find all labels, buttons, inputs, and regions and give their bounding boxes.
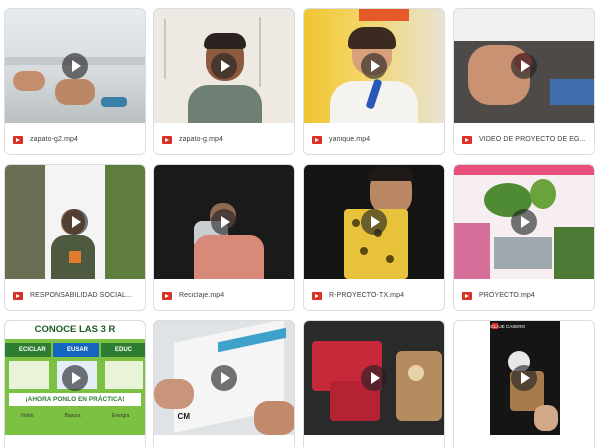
file-name: PROYECTO.mp4 [479,292,535,299]
file-info: yanique.mp4 [304,123,444,154]
thumbnail-title: CONOCE LAS 3 R [5,321,145,339]
file-name: VIDEO DE PROYECTO DE EG... [479,136,586,143]
file-name: RESPONSABILIDAD SOCIAL... [30,292,133,299]
file-info: RESPONSABILIDAD SOCIAL... [5,279,145,310]
play-icon[interactable] [361,209,387,235]
play-icon[interactable] [511,209,537,235]
video-file-icon [312,135,322,144]
play-icon[interactable] [211,53,237,79]
video-thumbnail[interactable]: CONOCE LAS 3 R ECICLAR EUSAR EDUC ¡AHORA… [5,321,145,435]
file-name: zapato-g.mp4 [179,136,224,143]
file-info: Reciclaje.mp4 [154,279,294,310]
file-name: Reciclaje.mp4 [179,292,225,299]
play-icon[interactable] [211,209,237,235]
video-thumbnail[interactable]: RECICLAJE CASERO [454,321,594,435]
video-thumbnail[interactable] [304,165,444,279]
video-file-icon [13,291,23,300]
video-thumbnail[interactable] [304,321,444,435]
video-file-icon [162,135,172,144]
video-card[interactable]: CM [153,320,295,447]
video-thumbnail[interactable] [5,165,145,279]
file-info [5,435,145,447]
video-card[interactable]: Reciclaje.mp4 [153,164,295,311]
video-thumbnail[interactable] [454,9,594,123]
video-thumbnail[interactable] [5,9,145,123]
thumbnail-label: EUSAR [53,343,99,357]
video-card[interactable]: zapato-g.mp4 [153,8,295,155]
file-info: zapato-g2.mp4 [5,123,145,154]
video-card[interactable] [303,320,445,447]
play-icon[interactable] [361,53,387,79]
video-file-icon [13,135,23,144]
play-icon[interactable] [62,209,88,235]
thumbnail-label: RECICLAJE CASERO [480,324,526,329]
file-info: VIDEO DE PROYECTO DE EG... [454,123,594,154]
file-info [454,435,594,447]
video-file-grid: zapato-g2.mp4 zapato-g.mp4 yanique.mp4 V… [0,0,598,447]
file-info: zapato-g.mp4 [154,123,294,154]
file-name: yanique.mp4 [329,136,371,143]
file-info: R-PROYECTO-TX.mp4 [304,279,444,310]
play-icon[interactable] [62,53,88,79]
thumbnail-label: Energía [111,413,130,419]
video-card[interactable]: R-PROYECTO-TX.mp4 [303,164,445,311]
video-thumbnail[interactable] [154,165,294,279]
video-file-icon [462,135,472,144]
video-card[interactable]: yanique.mp4 [303,8,445,155]
file-name: R-PROYECTO-TX.mp4 [329,292,405,299]
video-file-icon [162,291,172,300]
video-card[interactable]: PROYECTO.mp4 [453,164,595,311]
video-thumbnail[interactable]: CM [154,321,294,435]
file-name: zapato-g2.mp4 [30,136,78,143]
video-card[interactable]: RECICLAJE CASERO [453,320,595,447]
file-info [304,435,444,447]
thumbnail-banner: ¡AHORA PONLO EN PRÁCTICA! [9,393,141,406]
thumbnail-label: CM [177,412,190,421]
video-thumbnail[interactable] [454,165,594,279]
thumbnail-labels: Vidrio Basura Energía [5,413,145,419]
video-card[interactable]: VIDEO DE PROYECTO DE EG... [453,8,595,155]
file-info [154,435,294,447]
video-card[interactable]: CONOCE LAS 3 R ECICLAR EUSAR EDUC ¡AHORA… [4,320,146,447]
thumbnail-label: ECICLAR [5,343,51,357]
play-icon[interactable] [62,365,88,391]
play-icon[interactable] [511,365,537,391]
play-icon[interactable] [211,365,237,391]
video-file-icon [462,291,472,300]
video-thumbnail[interactable] [304,9,444,123]
video-file-icon [312,291,322,300]
thumbnail-label: Basura [64,413,81,419]
file-info: PROYECTO.mp4 [454,279,594,310]
video-thumbnail[interactable] [154,9,294,123]
thumbnail-label: Vidrio [20,413,34,419]
video-card[interactable]: zapato-g2.mp4 [4,8,146,155]
play-icon[interactable] [361,365,387,391]
play-icon[interactable] [511,53,537,79]
video-card[interactable]: RESPONSABILIDAD SOCIAL... [4,164,146,311]
thumbnail-label: EDUC [101,343,145,357]
